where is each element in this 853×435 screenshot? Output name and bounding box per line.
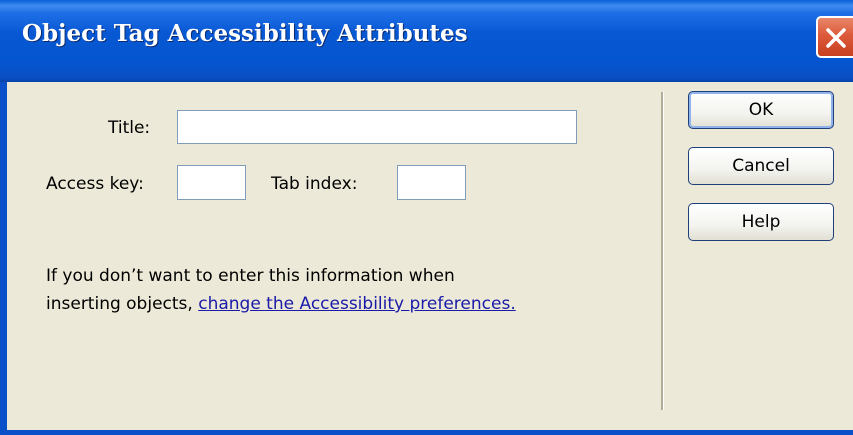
- vertical-separator: [661, 92, 664, 410]
- tab-index-label: Tab index:: [271, 174, 358, 194]
- info-text-prefix: inserting objects,: [46, 294, 199, 314]
- close-icon: [826, 28, 846, 48]
- info-text-line1: If you don’t want to enter this informat…: [46, 266, 455, 286]
- tab-index-input[interactable]: [397, 165, 466, 200]
- access-key-label: Access key:: [46, 174, 144, 194]
- dialog-title: Object Tag Accessibility Attributes: [22, 20, 468, 47]
- cancel-button[interactable]: Cancel: [688, 147, 834, 185]
- window-frame-left: [0, 82, 7, 435]
- title-input[interactable]: [177, 110, 577, 144]
- title-bar[interactable]: Object Tag Accessibility Attributes: [0, 0, 853, 82]
- window-frame-bottom: [0, 430, 853, 435]
- info-text-line2: inserting objects, change the Accessibil…: [46, 290, 516, 318]
- help-button[interactable]: Help: [688, 203, 834, 241]
- title-label: Title:: [108, 118, 151, 138]
- info-message: If you don’t want to enter this informat…: [46, 262, 516, 318]
- access-key-input[interactable]: [177, 165, 246, 200]
- ok-button[interactable]: OK: [688, 91, 834, 129]
- accessibility-preferences-link[interactable]: change the Accessibility preferences.: [198, 294, 516, 314]
- dialog-window: Object Tag Accessibility Attributes Titl…: [0, 0, 853, 435]
- close-button[interactable]: [816, 16, 853, 58]
